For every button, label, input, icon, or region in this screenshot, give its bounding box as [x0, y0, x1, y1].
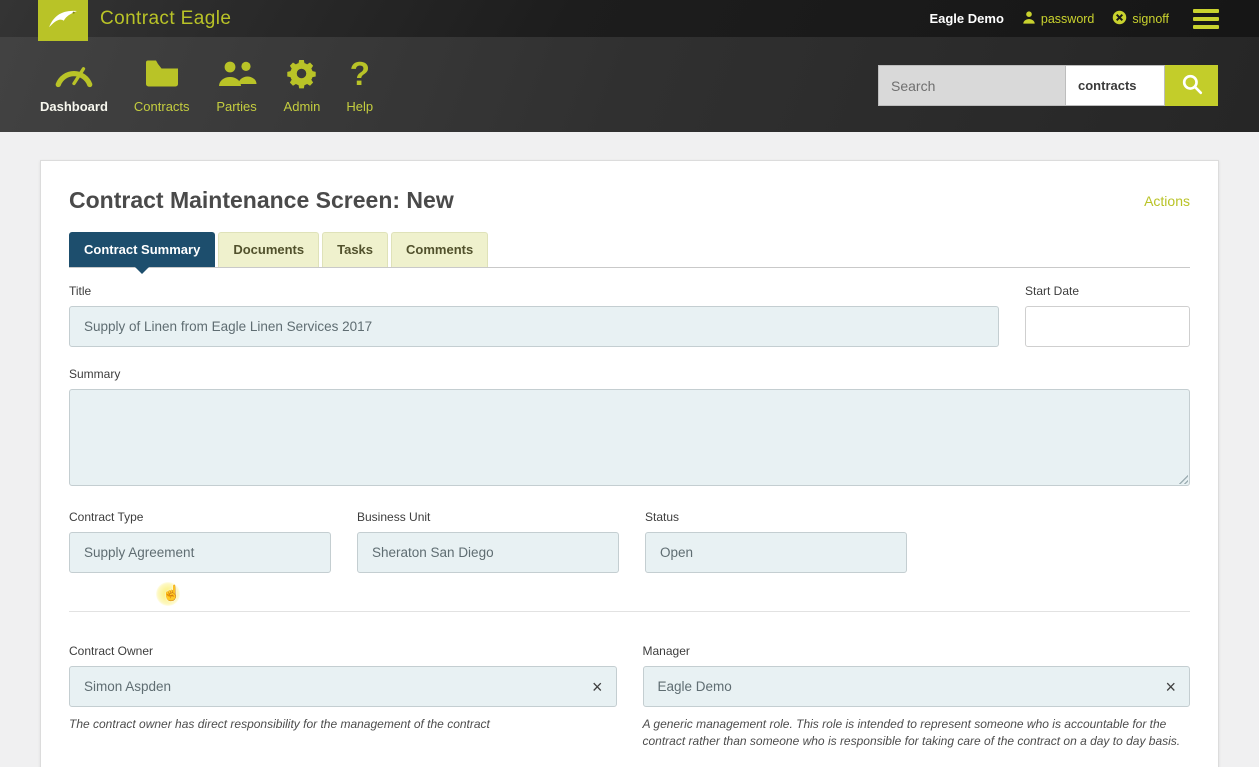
tab-contract-summary[interactable]: Contract Summary: [69, 232, 216, 274]
contract-owner-combo: ×: [69, 666, 617, 707]
contract-form: Title Start Date Summary Contract Ty: [69, 268, 1190, 751]
signoff-label: signoff: [1132, 11, 1169, 26]
nav-item-contracts[interactable]: Contracts: [134, 37, 190, 132]
section-divider: [69, 611, 1190, 612]
contract-owner-clear-icon[interactable]: ×: [592, 678, 603, 696]
app-logo[interactable]: [38, 0, 88, 41]
manager-input[interactable]: [642, 666, 1190, 707]
page-title: Contract Maintenance Screen: New: [69, 187, 454, 213]
search-input[interactable]: [878, 65, 1065, 106]
contract-type-input[interactable]: [69, 532, 331, 573]
search-scope-dropdown[interactable]: contracts: [1065, 65, 1165, 106]
contract-owner-input[interactable]: [69, 666, 617, 707]
people-icon: [216, 51, 258, 95]
topbar-right: Eagle Demo password signoff: [929, 8, 1259, 29]
screen: Contract Eagle Eagle Demo password signo…: [0, 0, 1259, 767]
nav-label-contracts: Contracts: [133, 99, 190, 114]
nav-label-parties: Parties: [216, 99, 257, 114]
user-name: Eagle Demo: [929, 11, 1004, 26]
tab-bar: Contract Summary Documents Tasks Comment…: [69, 232, 1190, 274]
tab-tasks[interactable]: Tasks: [322, 232, 389, 267]
folder-icon: [144, 51, 180, 95]
tab-documents[interactable]: Documents: [218, 232, 320, 267]
hamburger-icon: [1193, 8, 1219, 13]
nav-item-admin[interactable]: Admin: [283, 37, 321, 132]
business-unit-label: Business Unit: [357, 510, 431, 524]
business-unit-input[interactable]: [357, 532, 619, 573]
tab-comments[interactable]: Comments: [391, 232, 489, 267]
actions-link[interactable]: Actions: [1144, 193, 1190, 209]
dashboard-gauge-icon: [53, 51, 95, 95]
nav-item-dashboard[interactable]: Dashboard: [40, 37, 108, 132]
nav-item-parties[interactable]: Parties: [216, 37, 258, 132]
question-mark-icon: ?: [349, 54, 370, 92]
app-title: Contract Eagle: [100, 7, 232, 29]
contract-card: Contract Maintenance Screen: New Actions…: [40, 160, 1219, 767]
eagle-icon: [46, 5, 80, 36]
nav-label-admin: Admin: [283, 99, 321, 114]
person-icon: [1022, 10, 1036, 27]
main-content: Contract Maintenance Screen: New Actions…: [0, 132, 1259, 767]
nav-label-dashboard: Dashboard: [40, 99, 108, 114]
status-label: Status: [645, 510, 680, 524]
top-bar: Contract Eagle Eagle Demo password signo…: [0, 0, 1259, 41]
start-date-input[interactable]: [1025, 306, 1190, 347]
title-input[interactable]: [69, 306, 999, 347]
title-label: Title: [69, 284, 92, 298]
search-group: contracts: [878, 65, 1218, 106]
manager-clear-icon[interactable]: ×: [1165, 678, 1176, 696]
card-header: Contract Maintenance Screen: New Actions: [69, 161, 1190, 214]
gear-icon: [286, 51, 317, 95]
start-date-label: Start Date: [1025, 284, 1080, 298]
search-button[interactable]: [1165, 65, 1218, 106]
contract-owner-label: Contract Owner: [69, 644, 154, 658]
search-icon: [1181, 73, 1203, 98]
status-input[interactable]: [645, 532, 907, 573]
signoff-link[interactable]: signoff: [1112, 10, 1169, 28]
manager-label: Manager: [642, 644, 690, 658]
manager-combo: ×: [642, 666, 1190, 707]
manager-help: A generic management role. This role is …: [642, 717, 1181, 749]
password-label: password: [1040, 11, 1095, 26]
summary-textarea[interactable]: [69, 389, 1190, 486]
nav-label-help: Help: [346, 99, 374, 114]
contract-type-label: Contract Type: [69, 510, 144, 524]
nav-item-help[interactable]: ? Help: [346, 37, 373, 132]
nav-bar: Dashboard Contracts Parties Admin ? Help…: [0, 37, 1259, 132]
contract-owner-help: The contract owner has direct responsibi…: [69, 717, 490, 731]
hamburger-menu-button[interactable]: [1193, 8, 1219, 29]
password-link[interactable]: password: [1022, 10, 1095, 27]
summary-label: Summary: [69, 367, 121, 381]
signoff-icon: [1112, 10, 1127, 28]
